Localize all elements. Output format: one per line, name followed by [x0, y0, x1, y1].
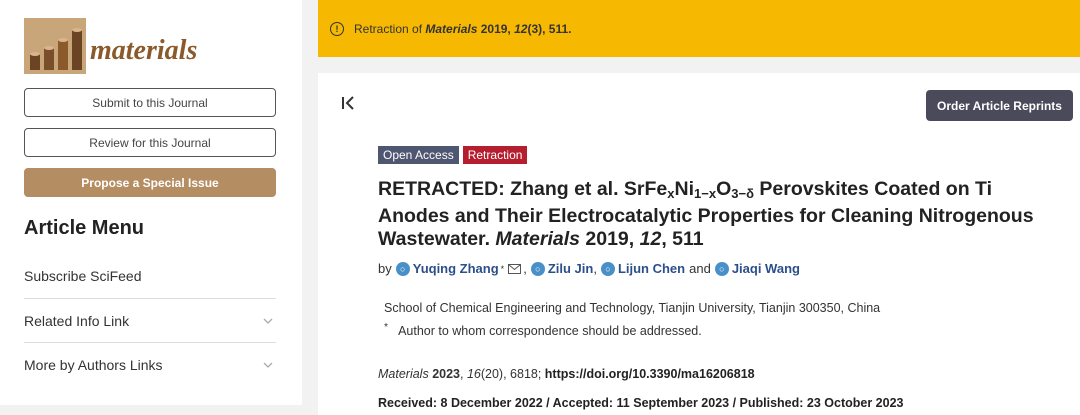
author-link[interactable]: Jiaqi Wang	[732, 261, 800, 276]
corresponding-marker: *	[500, 263, 505, 274]
menu-item-related-info[interactable]: Related Info Link	[24, 298, 276, 342]
banner-rest: (3), 511.	[527, 21, 572, 36]
title-subscript: 3−δ	[731, 186, 754, 201]
title-volume: 12	[639, 228, 662, 250]
materials-logo-icon	[24, 18, 86, 74]
banner-year: 2019,	[477, 21, 515, 36]
article-badges: Open Access Retraction	[378, 146, 528, 164]
banner-volume: 12	[514, 21, 528, 36]
article-main: Order Article Reprints Open Access Retra…	[318, 73, 1080, 415]
citation: Materials 2023, 16(20), 6818; https://do…	[378, 367, 755, 381]
open-access-badge[interactable]: Open Access	[378, 146, 459, 164]
title-subscript: x	[667, 186, 675, 201]
banner-journal: Materials	[425, 21, 478, 36]
title-year: 2019,	[579, 228, 640, 250]
author-list: by ○ Yuqing Zhang * , ○ Zilu Jin , ○ Lij…	[378, 261, 800, 276]
menu-item-label: Related Info Link	[24, 312, 130, 329]
title-journal: Materials	[495, 228, 580, 250]
doi-link[interactable]: https://doi.org/10.3390/ma16206818	[545, 367, 755, 381]
email-icon[interactable]	[508, 263, 522, 274]
article-title: RETRACTED: Zhang et al. SrFexNi1−xO3−δ P…	[378, 178, 1068, 251]
banner-text[interactable]: Retraction of Materials 2019, 12(3), 511…	[354, 22, 572, 36]
warning-icon: !	[330, 21, 344, 36]
retraction-banner: ! Retraction of Materials 2019, 12(3), 5…	[318, 0, 1080, 57]
separator: ,	[523, 261, 527, 276]
chevron-down-icon	[260, 318, 276, 324]
title-part: O	[716, 178, 732, 200]
submit-to-journal-button[interactable]: Submit to this Journal	[24, 88, 276, 117]
logo-wordmark: materials	[90, 35, 198, 66]
author-icon: ○	[530, 261, 545, 276]
banner-prefix: Retraction of	[354, 21, 426, 36]
page: materials Submit to this Journal Review …	[0, 0, 1080, 415]
author-link[interactable]: Yuqing Zhang	[413, 261, 499, 276]
title-pages: , 511	[661, 228, 704, 250]
author-icon: ○	[714, 261, 729, 276]
separator: ,	[593, 261, 597, 276]
citation-issue: (20), 6818;	[480, 367, 545, 381]
asterisk: *	[384, 322, 389, 333]
article-menu-title: Article Menu	[24, 217, 145, 239]
menu-item-more-by-authors[interactable]: More by Authors Links	[24, 342, 276, 386]
menu-item-label: More by Authors Links	[24, 356, 163, 373]
menu-item-subscribe-scifeed[interactable]: Subscribe SciFeed	[24, 254, 276, 298]
citation-volume: 16	[466, 367, 481, 381]
menu-item-label: Subscribe SciFeed	[24, 268, 142, 284]
propose-special-issue-button[interactable]: Propose a Special Issue	[24, 168, 276, 197]
chevron-down-icon	[260, 362, 276, 368]
review-for-journal-button[interactable]: Review for this Journal	[24, 128, 276, 157]
title-part: Ni	[674, 178, 695, 200]
author-icon: ○	[395, 261, 410, 276]
order-reprints-button[interactable]: Order Article Reprints	[926, 90, 1073, 121]
title-subscript: 1−x	[694, 186, 717, 201]
journal-logo[interactable]: materials	[24, 18, 197, 74]
by-label: by	[378, 261, 392, 276]
citation-journal: Materials	[378, 367, 429, 381]
correspondence-text: Author to whom correspondence should be …	[398, 324, 702, 339]
author-link[interactable]: Zilu Jin	[548, 261, 594, 276]
author-link[interactable]: Lijun Chen	[618, 261, 685, 276]
correspondence-note: * Author to whom correspondence should be…	[384, 322, 702, 338]
and-label: and	[689, 261, 711, 276]
citation-year: 2023	[428, 367, 460, 381]
sidebar: materials Submit to this Journal Review …	[0, 0, 302, 405]
publication-dates: Received: 8 December 2022 / Accepted: 11…	[378, 396, 904, 410]
affiliation: School of Chemical Engineering and Techn…	[384, 301, 881, 315]
retraction-badge: Retraction	[462, 146, 528, 164]
collapse-sidebar-icon[interactable]	[340, 95, 356, 116]
title-part: RETRACTED: Zhang et al. SrFe	[378, 178, 668, 200]
author-icon: ○	[600, 261, 615, 276]
citation-sep: ,	[460, 367, 467, 381]
